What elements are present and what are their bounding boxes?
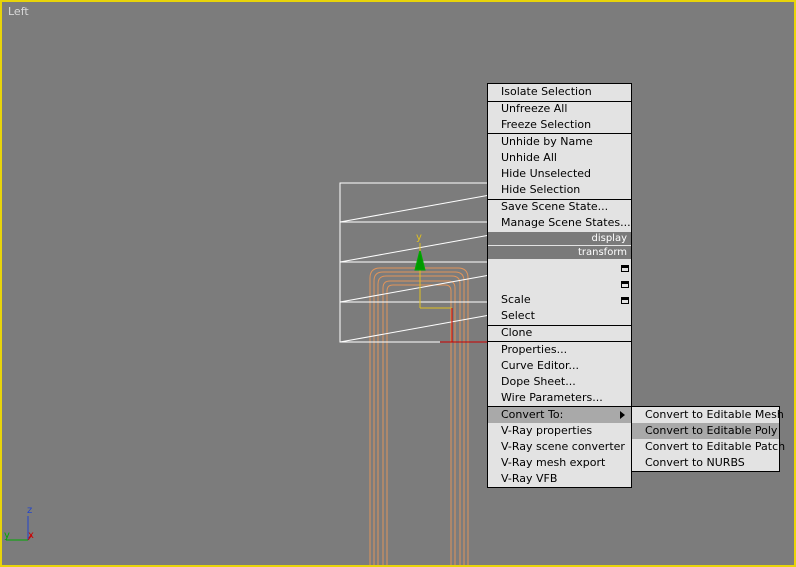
orange-wire-object xyxy=(369,267,469,565)
menu-empty-slot-2[interactable] xyxy=(488,276,631,292)
tripod-z-label: z xyxy=(27,505,32,516)
tripod-y-label: y xyxy=(4,530,10,541)
menu-vray-scene-converter[interactable]: V-Ray scene converter xyxy=(488,439,631,455)
scene-wireframe: y z y x xyxy=(4,182,491,565)
menu-properties[interactable]: Properties... xyxy=(488,342,631,358)
menu-unfreeze-all[interactable]: Unfreeze All xyxy=(488,101,631,117)
display-header: display xyxy=(488,232,631,245)
menu-scale-label: Scale xyxy=(501,293,531,306)
menu-manage-scene-states[interactable]: Manage Scene States... xyxy=(488,215,631,231)
menu-unhide-by-name[interactable]: Unhide by Name xyxy=(488,134,631,150)
tripod-x-label: x xyxy=(28,530,34,541)
transform-header: transform xyxy=(488,246,631,259)
menu-dope-sheet[interactable]: Dope Sheet... xyxy=(488,374,631,390)
gizmo-y-label: y xyxy=(416,232,422,243)
submenu-convert-editable-patch[interactable]: Convert to Editable Patch xyxy=(632,439,785,455)
menu-hide-unselected[interactable]: Hide Unselected xyxy=(488,166,631,182)
menu-vray-vfb[interactable]: V-Ray VFB xyxy=(488,471,631,487)
menu-curve-editor[interactable]: Curve Editor... xyxy=(488,358,631,374)
menu-convert-to[interactable]: Convert To: xyxy=(488,407,631,423)
menu-clone[interactable]: Clone xyxy=(488,325,631,341)
menu-unhide-all[interactable]: Unhide All xyxy=(488,150,631,166)
window-box-icon xyxy=(621,265,629,272)
submenu-convert-editable-mesh[interactable]: Convert to Editable Mesh xyxy=(632,407,784,423)
menu-freeze-selection[interactable]: Freeze Selection xyxy=(488,117,631,133)
convert-to-submenu: Convert to Editable Mesh Convert to Edit… xyxy=(631,406,785,472)
menu-isolate-selection[interactable]: Isolate Selection xyxy=(488,84,631,100)
menu-hide-selection[interactable]: Hide Selection xyxy=(488,182,631,198)
submenu-arrow-icon xyxy=(620,411,625,419)
window-box-icon xyxy=(621,297,629,304)
left-viewport[interactable]: Left y z y x xyxy=(0,0,796,567)
menu-save-scene-state[interactable]: Save Scene State... xyxy=(488,199,631,215)
menu-vray-mesh-export[interactable]: V-Ray mesh export xyxy=(488,455,631,471)
quad-menu: Isolate Selection Unfreeze All Freeze Se… xyxy=(487,83,632,488)
menu-vray-properties[interactable]: V-Ray properties xyxy=(488,423,631,439)
menu-scale[interactable]: Scale xyxy=(488,292,631,308)
transform-gizmo xyxy=(414,243,490,343)
menu-empty-slot-1[interactable] xyxy=(488,260,631,276)
window-box-icon xyxy=(621,281,629,288)
submenu-convert-nurbs[interactable]: Convert to NURBS xyxy=(632,455,779,471)
menu-wire-parameters[interactable]: Wire Parameters... xyxy=(488,390,631,406)
menu-convert-to-label: Convert To: xyxy=(501,408,564,421)
submenu-convert-editable-poly[interactable]: Convert to Editable Poly xyxy=(632,423,779,439)
menu-select[interactable]: Select xyxy=(488,308,631,324)
